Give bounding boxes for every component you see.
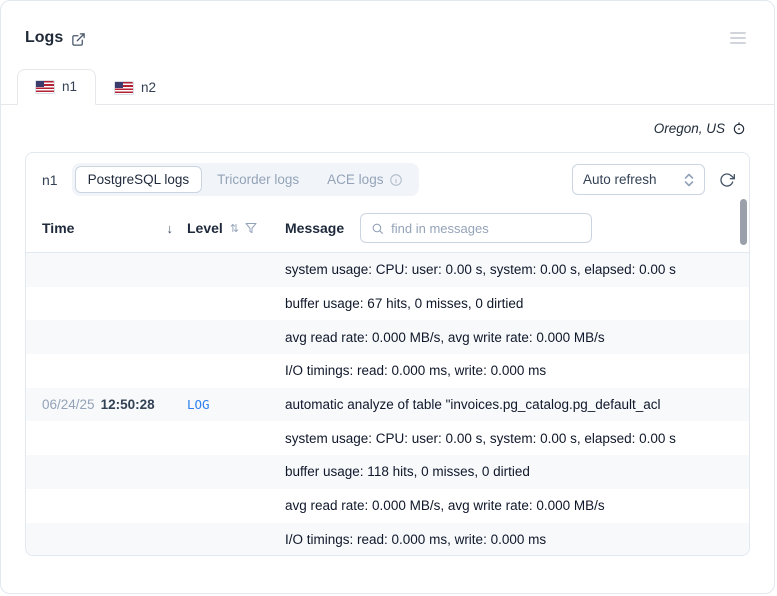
logs-page: Logs n1 n2 Oregon, US n1 PostgreSQL logs… — [0, 0, 775, 594]
menu-icon[interactable] — [730, 31, 746, 45]
tab-ace-logs-label: ACE logs — [327, 172, 384, 187]
column-level-label: Level — [187, 220, 223, 236]
log-row-level: LOG — [187, 397, 285, 412]
column-message-label: Message — [285, 220, 345, 236]
page-header: Logs — [1, 1, 774, 47]
auto-refresh-select[interactable]: Auto refresh — [572, 164, 705, 195]
log-row-message: automatic analyze of table "invoices.pg_… — [285, 397, 661, 413]
column-header-level: Level ⇅ — [187, 220, 285, 236]
log-row[interactable]: avg read rate: 0.000 MB/s, avg write rat… — [26, 320, 749, 355]
tab-n2[interactable]: n2 — [96, 70, 175, 105]
tab-n2-label: n2 — [141, 80, 157, 95]
log-row-message: system usage: CPU: user: 0.00 s, system:… — [285, 430, 676, 446]
page-title: Logs — [25, 29, 64, 46]
node-tabs: n1 n2 — [1, 69, 774, 105]
column-time-label: Time — [42, 220, 75, 236]
region-row: Oregon, US — [1, 121, 774, 136]
logs-panel-header: n1 PostgreSQL logs Tricorder logs ACE lo… — [26, 153, 749, 206]
message-search — [360, 213, 593, 243]
tab-postgresql-logs[interactable]: PostgreSQL logs — [74, 166, 203, 193]
log-row[interactable]: buffer usage: 67 hits, 0 misses, 0 dirti… — [26, 286, 749, 321]
logs-panel: n1 PostgreSQL logs Tricorder logs ACE lo… — [25, 152, 750, 556]
tab-n1-label: n1 — [62, 79, 78, 94]
column-header-time: Time ↓ — [42, 220, 187, 236]
auto-refresh-label: Auto refresh — [583, 172, 657, 187]
search-input[interactable] — [391, 220, 582, 236]
log-table-header: Time ↓ Level ⇅ Message — [26, 206, 749, 253]
log-source-tabs: PostgreSQL logs Tricorder logs ACE logs — [71, 163, 420, 196]
panel-controls: Auto refresh — [572, 164, 737, 195]
sort-icon[interactable]: ⇅ — [230, 222, 239, 235]
tab-tricorder-logs-label: Tricorder logs — [217, 172, 300, 187]
log-row[interactable]: buffer usage: 118 hits, 0 misses, 0 dirt… — [26, 455, 749, 489]
sort-desc-icon[interactable]: ↓ — [167, 221, 174, 236]
log-row[interactable]: system usage: CPU: user: 0.00 s, system:… — [26, 253, 749, 287]
tab-n1[interactable]: n1 — [17, 69, 97, 105]
locate-icon[interactable] — [732, 121, 746, 136]
refresh-button[interactable] — [717, 170, 737, 190]
log-row-clock: 12:50:28 — [100, 397, 155, 413]
tab-ace-logs[interactable]: ACE logs — [314, 166, 416, 193]
us-flag-icon — [114, 80, 135, 95]
log-row-message: I/O timings: read: 0.000 ms, write: 0.00… — [285, 363, 547, 379]
log-row-message: I/O timings: read: 0.000 ms, write: 0.00… — [285, 531, 547, 547]
log-row[interactable]: I/O timings: read: 0.000 ms, write: 0.00… — [26, 354, 749, 388]
log-row-date: 06/24/25 — [42, 397, 95, 413]
log-row-message: system usage: CPU: user: 0.00 s, system:… — [285, 262, 676, 278]
info-icon — [389, 173, 403, 187]
search-icon — [371, 222, 384, 235]
log-row[interactable]: I/O timings: read: 0.000 ms, write: 0.00… — [26, 522, 749, 555]
node-label: n1 — [42, 171, 58, 188]
log-row-message: buffer usage: 67 hits, 0 misses, 0 dirti… — [285, 296, 524, 312]
log-row-message: buffer usage: 118 hits, 0 misses, 0 dirt… — [285, 464, 530, 480]
log-row[interactable]: system usage: CPU: user: 0.00 s, system:… — [26, 421, 749, 456]
log-row-time: 06/24/25 12:50:28 — [42, 397, 187, 412]
log-row[interactable]: 06/24/25 12:50:28 LOG automatic analyze of … — [26, 387, 749, 422]
log-row-message: avg read rate: 0.000 MB/s, avg write rat… — [285, 329, 605, 345]
external-link-icon[interactable] — [71, 32, 86, 47]
scrollbar-thumb[interactable] — [740, 199, 747, 245]
log-rows: system usage: CPU: user: 0.00 s, system:… — [26, 253, 749, 555]
log-level-badge: LOG — [187, 397, 210, 413]
column-header-message: Message — [285, 213, 733, 243]
filter-icon[interactable] — [245, 222, 257, 234]
log-row[interactable]: avg read rate: 0.000 MB/s, avg write rat… — [26, 488, 749, 523]
select-chevrons-icon — [684, 173, 694, 187]
tab-postgresql-logs-label: PostgreSQL logs — [87, 172, 190, 187]
tab-tricorder-logs[interactable]: Tricorder logs — [204, 166, 312, 193]
us-flag-icon — [35, 79, 55, 94]
log-row-message: avg read rate: 0.000 MB/s, avg write rat… — [285, 498, 605, 514]
region-label: Oregon, US — [653, 121, 725, 136]
